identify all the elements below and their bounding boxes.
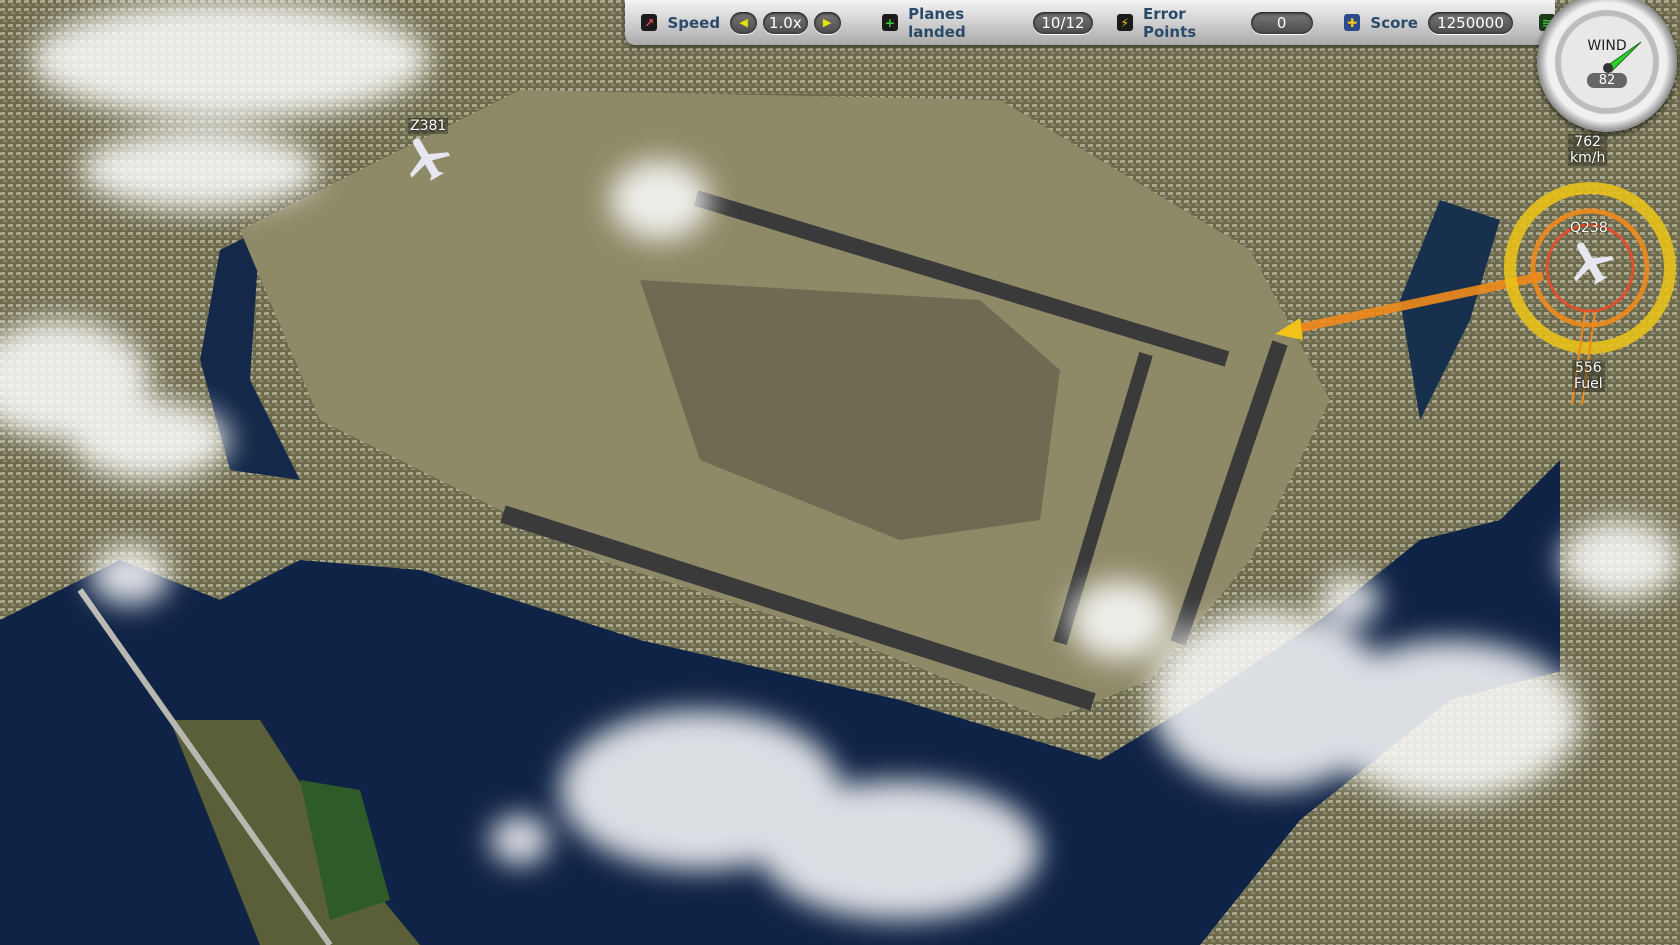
aircraft-fuel: 556 Fuel: [1572, 360, 1605, 392]
error-icon: ⚡: [1116, 14, 1133, 31]
aircraft-speed-unit: km/h: [1570, 150, 1606, 166]
planes-landed-label: Planes landed: [908, 4, 966, 41]
hud-top-bar: ↗ Speed ◀ 1.0x ▶ + Planes landed 10/12 ⚡…: [625, 0, 1555, 45]
aircraft-callsign[interactable]: Z381: [408, 118, 449, 134]
speed-decrease-button[interactable]: ◀: [730, 11, 758, 34]
wind-value: 82: [1587, 73, 1627, 88]
score-value: 1250000: [1427, 11, 1514, 34]
speed-increase-button[interactable]: ▶: [813, 11, 841, 34]
wind-gauge: WIND 82: [1537, 0, 1677, 132]
plus-icon: +: [881, 14, 899, 31]
score-icon: ✚: [1343, 14, 1361, 31]
aircraft-speed-value: 762: [1574, 134, 1602, 150]
error-points-value: 0: [1250, 11, 1313, 34]
speed-label: Speed: [667, 13, 721, 32]
score-label: Score: [1370, 13, 1418, 32]
error-points-label: Error Points: [1142, 4, 1197, 41]
aircraft-speed: 762 km/h: [1568, 134, 1608, 166]
airport-satellite-map[interactable]: [0, 0, 1680, 945]
aircraft-fuel-label: Fuel: [1574, 376, 1603, 392]
aircraft-fuel-value: 556: [1574, 360, 1602, 376]
wind-needle-icon: [1603, 41, 1642, 73]
speed-icon: ↗: [641, 14, 658, 31]
planes-landed-value: 10/12: [1032, 11, 1093, 34]
speed-value: 1.0x: [763, 11, 808, 34]
aircraft-callsign[interactable]: Q238: [1568, 220, 1610, 236]
